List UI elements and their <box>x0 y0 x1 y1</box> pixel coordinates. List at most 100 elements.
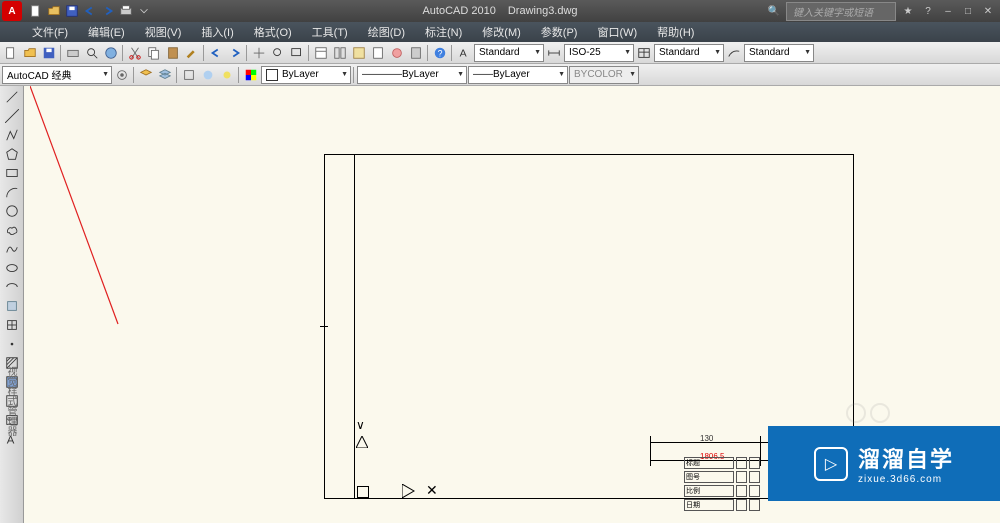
menu-help[interactable]: 帮助(H) <box>647 22 704 42</box>
cut-icon[interactable] <box>126 44 144 62</box>
search-input[interactable]: 键入关键字或短语 <box>786 2 896 21</box>
quick-access-toolbar <box>28 3 152 19</box>
help-tb-icon[interactable]: ? <box>431 44 449 62</box>
menu-tools[interactable]: 工具(T) <box>302 22 358 42</box>
right-triangle-marker <box>402 484 416 498</box>
layer-states-icon[interactable] <box>156 66 174 84</box>
save-doc-icon[interactable] <box>40 44 58 62</box>
minimize-icon[interactable]: – <box>940 3 956 19</box>
up-triangle-marker <box>356 436 368 448</box>
help-icon[interactable]: ? <box>920 3 936 19</box>
app-icon[interactable]: A <box>2 1 22 21</box>
print-icon[interactable] <box>64 44 82 62</box>
qat-dropdown-icon[interactable] <box>136 3 152 19</box>
y-marker: ∨ <box>356 418 365 432</box>
match-prop-icon[interactable] <box>183 44 201 62</box>
undo-btn-icon[interactable] <box>207 44 225 62</box>
menu-edit[interactable]: 编辑(E) <box>78 22 135 42</box>
polygon-tool-icon[interactable] <box>3 145 21 163</box>
redo-btn-icon[interactable] <box>226 44 244 62</box>
line-tool-icon[interactable] <box>3 88 21 106</box>
left-toolbar: A <box>0 86 24 523</box>
insert-block-icon[interactable] <box>3 297 21 315</box>
workspace-settings-icon[interactable] <box>113 66 131 84</box>
watermark-banner: 溜溜自学 zixue.3d66.com <box>768 426 1000 501</box>
color-dropdown[interactable]: ByLayer <box>261 66 351 84</box>
dim-style-icon[interactable] <box>545 44 563 62</box>
tb-cell: 日期 <box>684 499 734 511</box>
ellipse-tool-icon[interactable] <box>3 259 21 277</box>
redo-icon[interactable] <box>100 3 116 19</box>
menu-modify[interactable]: 修改(M) <box>472 22 531 42</box>
plotstyle-dropdown[interactable]: BYCOLOR <box>569 66 639 84</box>
dim-style-dropdown[interactable]: ISO-25 <box>564 44 634 62</box>
properties-icon[interactable] <box>312 44 330 62</box>
menu-window[interactable]: 窗口(W) <box>587 22 647 42</box>
layer-off-icon[interactable] <box>218 66 236 84</box>
workspace-dropdown[interactable]: AutoCAD 经典 <box>2 66 112 84</box>
menu-format[interactable]: 格式(O) <box>244 22 302 42</box>
make-block-icon[interactable] <box>3 316 21 334</box>
arc-tool-icon[interactable] <box>3 183 21 201</box>
main-area: A 视觉样式管理器 ∨ ✕ 130 1806.5 标题 图号 比例 日期 <box>0 86 1000 523</box>
svg-text:A: A <box>6 434 14 446</box>
new-doc-icon[interactable] <box>2 44 20 62</box>
layer-freeze-icon[interactable] <box>199 66 217 84</box>
zoom-window-icon[interactable] <box>288 44 306 62</box>
menu-parametric[interactable]: 参数(P) <box>531 22 588 42</box>
save-icon[interactable] <box>64 3 80 19</box>
drawing-canvas[interactable]: ∨ ✕ 130 1806.5 标题 图号 比例 日期 溜溜自学 <box>24 86 1000 523</box>
open-doc-icon[interactable] <box>21 44 39 62</box>
text-style-icon[interactable]: A <box>455 44 473 62</box>
ml-style-icon[interactable] <box>725 44 743 62</box>
publish-icon[interactable] <box>102 44 120 62</box>
open-icon[interactable] <box>46 3 62 19</box>
tb-cell <box>736 471 747 483</box>
tb-cell <box>736 485 747 497</box>
table-style-dropdown[interactable]: Standard <box>654 44 724 62</box>
menu-file[interactable]: 文件(F) <box>22 22 78 42</box>
menu-draw[interactable]: 绘图(D) <box>358 22 415 42</box>
paste-icon[interactable] <box>164 44 182 62</box>
calc-icon[interactable] <box>407 44 425 62</box>
linetype-dropdown[interactable]: ———— ByLayer <box>357 66 467 84</box>
circle-tool-icon[interactable] <box>3 202 21 220</box>
new-icon[interactable] <box>28 3 44 19</box>
preview-icon[interactable] <box>83 44 101 62</box>
rect-tool-icon[interactable] <box>3 164 21 182</box>
markup-icon[interactable] <box>388 44 406 62</box>
sheet-set-icon[interactable] <box>369 44 387 62</box>
close-icon[interactable]: ✕ <box>980 3 996 19</box>
tb-cell <box>749 499 760 511</box>
table-style-icon[interactable] <box>635 44 653 62</box>
spline-tool-icon[interactable] <box>3 240 21 258</box>
layer-iso-icon[interactable] <box>180 66 198 84</box>
color-icon[interactable] <box>242 66 260 84</box>
design-center-icon[interactable] <box>331 44 349 62</box>
menu-insert[interactable]: 插入(I) <box>191 22 243 42</box>
palette-tab-label[interactable]: 视觉样式管理器 <box>3 366 18 436</box>
tool-palette-icon[interactable] <box>350 44 368 62</box>
text-style-dropdown[interactable]: Standard <box>474 44 544 62</box>
point-tool-icon[interactable] <box>3 335 21 353</box>
undo-icon[interactable] <box>82 3 98 19</box>
zoom-icon[interactable] <box>269 44 287 62</box>
separator <box>353 67 355 83</box>
menu-view[interactable]: 视图(V) <box>135 22 192 42</box>
tick-mark <box>320 326 328 327</box>
layer-props-icon[interactable] <box>137 66 155 84</box>
xline-tool-icon[interactable] <box>3 107 21 125</box>
menu-dimension[interactable]: 标注(N) <box>415 22 472 42</box>
revcloud-tool-icon[interactable] <box>3 221 21 239</box>
plot-icon[interactable] <box>118 3 134 19</box>
help-star-icon[interactable]: ★ <box>900 3 916 19</box>
ml-style-dropdown[interactable]: Standard <box>744 44 814 62</box>
lineweight-dropdown[interactable]: —— ByLayer <box>468 66 568 84</box>
tb-cell <box>749 485 760 497</box>
pline-tool-icon[interactable] <box>3 126 21 144</box>
info-search-icon[interactable]: 🔍 <box>766 3 782 19</box>
pan-icon[interactable] <box>250 44 268 62</box>
copy-icon[interactable] <box>145 44 163 62</box>
maximize-icon[interactable]: □ <box>960 3 976 19</box>
ellipse-arc-tool-icon[interactable] <box>3 278 21 296</box>
